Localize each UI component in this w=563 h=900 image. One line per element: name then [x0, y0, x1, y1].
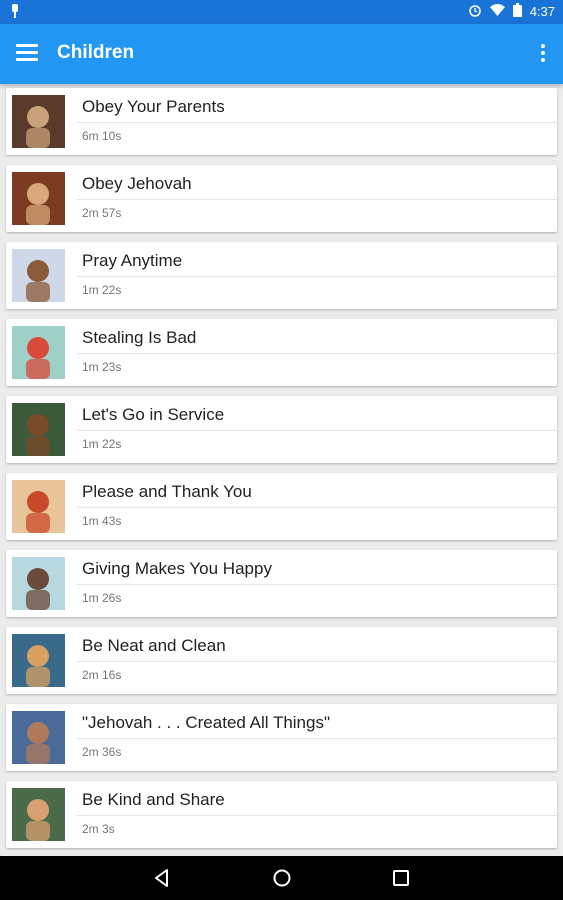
video-title: Be Kind and Share [82, 790, 225, 809]
video-list-item[interactable]: Please and Thank You 1m 43s [6, 473, 557, 540]
overflow-dot [541, 44, 545, 48]
video-thumbnail [12, 403, 65, 456]
divider [76, 584, 557, 585]
video-title: Giving Makes You Happy [82, 559, 272, 578]
overflow-dot [541, 58, 545, 62]
divider [76, 353, 557, 354]
page-title: Children [57, 42, 135, 63]
video-title: Stealing Is Bad [82, 328, 197, 347]
app-bar: Children [0, 24, 563, 84]
video-duration: 2m 57s [82, 206, 122, 220]
hamburger-icon-line [16, 44, 38, 47]
home-icon [273, 869, 291, 887]
divider [76, 738, 557, 739]
video-duration: 1m 43s [82, 514, 122, 528]
alarm-icon [468, 3, 482, 20]
video-list-item[interactable]: Obey Jehovah 2m 57s [6, 165, 557, 232]
video-list-item[interactable]: Pray Anytime 1m 22s [6, 242, 557, 309]
battery-icon [512, 3, 522, 20]
video-title: Please and Thank You [82, 482, 252, 501]
wifi-icon [489, 4, 505, 19]
overflow-menu-button[interactable] [539, 44, 547, 64]
video-duration: 6m 10s [82, 129, 122, 143]
back-icon [155, 869, 168, 887]
video-duration: 2m 36s [82, 745, 122, 759]
divider [76, 815, 557, 816]
status-time: 4:37 [529, 4, 555, 19]
video-duration: 1m 23s [82, 360, 122, 374]
video-thumbnail [12, 172, 65, 225]
divider [76, 122, 557, 123]
recents-button[interactable] [389, 866, 413, 890]
video-thumbnail [12, 95, 65, 148]
divider [76, 276, 557, 277]
video-duration: 1m 26s [82, 591, 122, 605]
hamburger-icon-line [16, 51, 38, 54]
video-list-item[interactable]: Be Kind and Share 2m 3s [6, 781, 557, 848]
divider [76, 507, 557, 508]
video-title: Pray Anytime [82, 251, 183, 270]
video-thumbnail [12, 711, 65, 764]
video-list-item[interactable]: Let's Go in Service 1m 22s [6, 396, 557, 463]
video-thumbnail [12, 480, 65, 533]
notification-icon [10, 4, 20, 21]
video-list: Obey Your Parents 6m 10s Obey Jehovah 2m 57… [6, 88, 557, 858]
video-title: Be Neat and Clean [82, 636, 226, 655]
status-bar: 4:37 [0, 0, 563, 24]
video-list-item[interactable]: "Jehovah . . . Created All Things" 2m 36s [6, 704, 557, 771]
menu-button[interactable] [16, 44, 38, 64]
video-title: Let's Go in Service [82, 405, 225, 424]
video-thumbnail [12, 249, 65, 302]
video-list-item[interactable]: Be Neat and Clean 2m 16s [6, 627, 557, 694]
divider [76, 199, 557, 200]
divider [76, 430, 557, 431]
video-title: Obey Your Parents [82, 97, 225, 116]
video-duration: 2m 16s [82, 668, 122, 682]
hamburger-icon-line [16, 58, 38, 61]
video-thumbnail [12, 557, 65, 610]
video-thumbnail [12, 326, 65, 379]
video-list-item[interactable]: Giving Makes You Happy 1m 26s [6, 550, 557, 617]
video-duration: 2m 3s [82, 822, 115, 836]
status-icons: 4:37 [468, 3, 555, 20]
video-duration: 1m 22s [82, 283, 122, 297]
video-title: Obey Jehovah [82, 174, 192, 193]
recents-icon [393, 870, 409, 886]
video-title: "Jehovah . . . Created All Things" [82, 713, 331, 732]
video-list-item[interactable]: Obey Your Parents 6m 10s [6, 88, 557, 155]
video-list-item[interactable]: Stealing Is Bad 1m 23s [6, 319, 557, 386]
divider [76, 661, 557, 662]
navigation-bar [0, 856, 563, 900]
video-thumbnail [12, 788, 65, 841]
overflow-dot [541, 51, 545, 55]
back-button[interactable] [150, 866, 174, 890]
home-button[interactable] [270, 866, 294, 890]
video-thumbnail [12, 634, 65, 687]
video-duration: 1m 22s [82, 437, 122, 451]
